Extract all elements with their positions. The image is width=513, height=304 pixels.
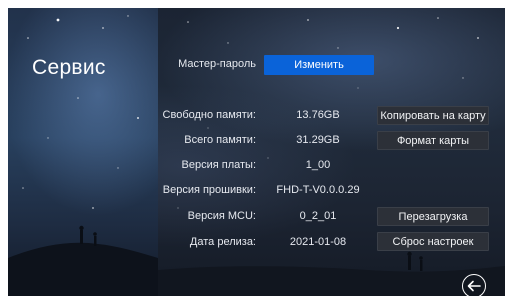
mcu-version-label: Версия MCU: <box>187 210 256 222</box>
service-screen: Сервис Мастер-пароль Изменить Свободно п… <box>8 8 505 296</box>
mcu-version-value: 0_2_01 <box>299 210 337 222</box>
change-password-button[interactable]: Изменить <box>264 55 374 75</box>
back-button[interactable] <box>462 274 486 296</box>
firmware-version-label: Версия прошивки: <box>162 184 256 196</box>
release-date-label: Дата релиза: <box>189 236 256 248</box>
factory-reset-button[interactable]: Сброс настроек <box>377 232 489 251</box>
total-memory-label: Всего памяти: <box>184 134 256 146</box>
firmware-version-value: FHD-T-V0.0.0.29 <box>276 184 360 196</box>
format-card-button[interactable]: Формат карты <box>377 131 489 150</box>
back-arrow-icon <box>467 280 481 292</box>
free-memory-label: Свободно памяти: <box>162 109 256 121</box>
hills-silhouette <box>8 225 505 296</box>
reboot-button[interactable]: Перезагрузка <box>377 207 489 226</box>
board-version-label: Версия платы: <box>181 159 256 171</box>
board-version-value: 1_00 <box>305 159 331 171</box>
free-memory-value: 13.76GB <box>296 109 340 121</box>
copy-to-card-button[interactable]: Копировать на карту <box>377 106 489 125</box>
release-date-value: 2021-01-08 <box>289 236 347 248</box>
total-memory-value: 31.29GB <box>296 134 340 146</box>
master-password-label: Мастер-пароль <box>178 58 256 70</box>
